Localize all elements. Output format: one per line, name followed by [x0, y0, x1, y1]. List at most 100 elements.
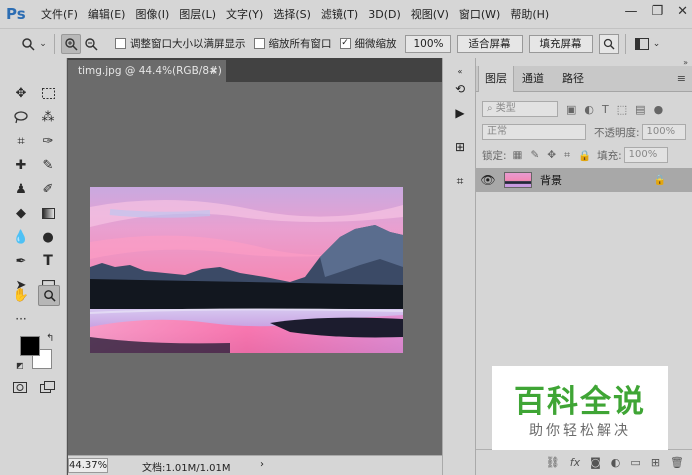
blend-mode-select[interactable]: 正常 — [482, 124, 586, 140]
resize-windows-checkbox[interactable]: 调整窗口大小以满屏显示 — [115, 36, 246, 51]
tab-paths[interactable]: 路径 — [556, 66, 590, 92]
fit-screen-button[interactable]: 适合屏幕 — [456, 34, 523, 53]
filter-shape-icon[interactable]: ⬚ — [617, 103, 627, 116]
swap-colors-icon[interactable]: ↰ — [46, 333, 54, 344]
magic-wand-tool-icon[interactable]: ⁂ — [39, 108, 57, 126]
blur-tool-icon[interactable]: 💧 — [12, 228, 30, 246]
lock-transparent-icon[interactable]: ▦ — [513, 149, 523, 162]
document-tab-title: timg.jpg @ 44.4%(RGB/8#) — [78, 65, 222, 77]
opacity-field[interactable]: 100% — [641, 124, 686, 140]
canvas-area[interactable] — [68, 82, 442, 455]
actions-panel-icon[interactable]: ▶ — [451, 104, 469, 122]
pen-tool-icon[interactable]: ✒ — [12, 252, 30, 270]
watermark-title: 百科全说 — [514, 384, 646, 420]
menu-view[interactable]: 视图(V) — [406, 6, 454, 22]
resize-windows-label: 调整窗口大小以满屏显示 — [130, 38, 246, 50]
search-icon[interactable] — [598, 33, 619, 54]
menu-filter[interactable]: 滤镜(T) — [316, 6, 363, 22]
lock-artboard-icon[interactable]: ⌗ — [564, 149, 570, 162]
lock-all-icon[interactable]: 🔒 — [578, 149, 591, 162]
minimize-button[interactable]: — — [624, 4, 637, 19]
document-image[interactable] — [90, 187, 403, 353]
adjustment-icon[interactable]: ◐ — [611, 456, 621, 469]
layer-row[interactable]: 👁 背景 🔒 — [476, 168, 692, 192]
history-brush-tool-icon[interactable]: ✐ — [39, 180, 57, 198]
filter-type-icon[interactable]: T — [602, 103, 609, 116]
brush-tool-icon[interactable]: ✎ — [39, 156, 57, 174]
type-tool-icon[interactable]: T — [39, 252, 57, 270]
checkbox-box[interactable] — [115, 38, 126, 49]
glyph-panel-icon[interactable]: ⌗ — [451, 172, 469, 190]
scrubby-zoom-checkbox[interactable]: ✓ 细微缩放 — [339, 36, 397, 51]
menu-3d[interactable]: 3D(D) — [363, 8, 406, 21]
lock-pixels-icon[interactable]: ✎ — [530, 149, 539, 162]
gradient-tool-icon[interactable] — [39, 204, 57, 222]
move-tool-icon[interactable]: ✥ — [12, 84, 30, 102]
trash-icon[interactable]: 🗑 — [670, 456, 684, 469]
mask-icon[interactable]: ◙ — [590, 456, 601, 469]
menu-file[interactable]: 文件(F) — [36, 6, 83, 22]
menu-select[interactable]: 选择(S) — [268, 6, 316, 22]
properties-panel-icon[interactable]: ⊞ — [451, 138, 469, 156]
screen-mode-icon[interactable] — [38, 378, 56, 396]
folder-icon[interactable]: ▭ — [630, 456, 640, 469]
tab-channels[interactable]: 通道 — [516, 66, 550, 92]
fill-field[interactable]: 100% — [623, 147, 668, 163]
restore-button[interactable]: ❐ — [651, 4, 663, 19]
healing-brush-tool-icon[interactable]: ✚ — [12, 156, 30, 174]
fill-screen-button[interactable]: 填充屏幕 — [528, 34, 593, 53]
panel-menu-icon[interactable]: ≡ — [677, 72, 686, 85]
layers-panel-footer: ⛓ fx ◙ ◐ ▭ ⊞ 🗑 — [476, 449, 692, 475]
dodge-tool-icon[interactable]: ● — [39, 228, 57, 246]
filter-kind-select[interactable]: ⌕ 类型 — [482, 101, 558, 117]
new-layer-icon[interactable]: ⊞ — [651, 456, 660, 469]
zoom-tool-preset-icon[interactable] — [18, 34, 38, 54]
hand-tool[interactable]: ✋ — [12, 286, 30, 304]
default-colors-icon[interactable]: ◩ — [16, 361, 24, 370]
zoom-tool[interactable] — [38, 285, 60, 306]
menu-type[interactable]: 文字(Y) — [221, 6, 268, 22]
clone-stamp-tool-icon[interactable]: ♟ — [12, 180, 30, 198]
lasso-tool-icon[interactable] — [12, 108, 30, 126]
eraser-tool-icon[interactable]: ◆ — [12, 204, 30, 222]
menu-layer[interactable]: 图层(L) — [174, 6, 221, 22]
menu-edit[interactable]: 编辑(E) — [83, 6, 131, 22]
layer-name[interactable]: 背景 — [540, 172, 562, 188]
filter-pixel-icon[interactable]: ▣ — [566, 103, 576, 116]
watermark-subtitle: 助你轻松解决 — [529, 423, 631, 439]
zoom-percent-field[interactable]: 100% — [404, 34, 451, 53]
tab-layers[interactable]: 图层 — [478, 66, 514, 92]
close-tab-icon[interactable]: × — [209, 60, 218, 82]
filter-adjustment-icon[interactable]: ◐ — [584, 103, 594, 116]
layer-filter-row: ⌕ 类型 ▣ ◐ T ⬚ ▤ ● — [482, 100, 686, 118]
link-icon[interactable]: ⛓ — [546, 456, 560, 469]
collapse-icon[interactable]: « — [451, 62, 469, 80]
eye-icon[interactable]: 👁 — [476, 173, 500, 187]
zoom-out-icon[interactable] — [81, 34, 101, 54]
status-zoom-field[interactable]: 44.37% — [68, 458, 108, 473]
more-tools-icon[interactable]: ··· — [12, 310, 30, 328]
lock-position-icon[interactable]: ✥ — [547, 149, 556, 162]
zoom-in-icon[interactable] — [61, 33, 81, 54]
close-button[interactable]: ✕ — [677, 4, 688, 19]
foreground-color-swatch-top[interactable] — [20, 336, 40, 356]
quick-mask-icon[interactable] — [11, 378, 29, 396]
filter-smart-object-icon[interactable]: ▤ — [635, 103, 645, 116]
marquee-tool-icon[interactable] — [39, 84, 57, 102]
status-menu-arrow-icon[interactable]: › — [260, 459, 264, 470]
history-panel-icon[interactable]: ⟲ — [451, 80, 469, 98]
checkbox-checked[interactable]: ✓ — [339, 38, 351, 49]
fx-icon[interactable]: fx — [570, 456, 580, 469]
filter-toggle-icon[interactable]: ● — [654, 103, 664, 116]
menu-help[interactable]: 帮助(H) — [505, 6, 554, 22]
crop-tool-icon[interactable]: ⌗ — [12, 132, 30, 150]
menu-image[interactable]: 图像(I) — [130, 6, 174, 22]
checkbox-box[interactable] — [253, 38, 265, 49]
zoom-all-windows-checkbox[interactable]: 缩放所有窗口 — [253, 36, 332, 51]
chevron-down-icon[interactable]: ⌄ — [652, 34, 662, 54]
document-tab[interactable]: timg.jpg @ 44.4%(RGB/8#) × — [68, 60, 226, 82]
menu-window[interactable]: 窗口(W) — [454, 6, 505, 22]
workspace-icon[interactable] — [632, 34, 652, 54]
eyedropper-tool-icon[interactable]: ✑ — [39, 132, 57, 150]
chevron-down-icon[interactable]: ⌄ — [38, 34, 48, 54]
